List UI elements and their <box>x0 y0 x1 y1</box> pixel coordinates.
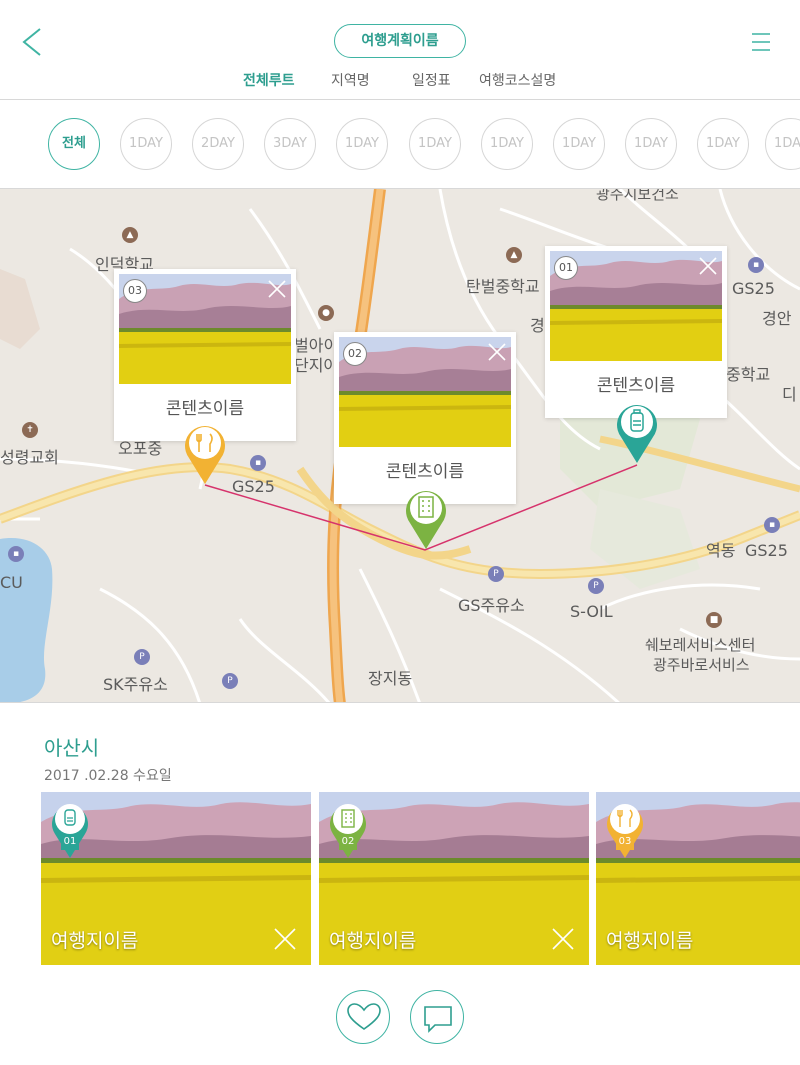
map-label: CU <box>0 573 23 592</box>
gas-station-icon: P <box>488 566 504 582</box>
accommodation-pin-icon <box>52 804 88 858</box>
map-label: SK주유소 <box>103 675 168 694</box>
plan-title-button[interactable]: 여행계획이름 <box>334 24 466 58</box>
church-icon: ✝ <box>22 422 38 438</box>
store-icon: ▪ <box>748 257 764 273</box>
map-popup-03[interactable]: 03 콘텐츠이름 <box>114 269 296 441</box>
tab-course-description[interactable]: 여행코스설명 <box>479 70 556 90</box>
day-filter-chip[interactable]: 1DAY <box>336 118 388 170</box>
restaurant-pin-icon <box>607 804 643 858</box>
close-icon <box>488 343 506 361</box>
destination-name: 여행지이름 <box>51 930 139 952</box>
trip-date: 2017 .02.28 수요일 <box>44 768 172 784</box>
map-popup-01[interactable]: 01 콘텐츠이름 <box>545 246 727 418</box>
map-label: S-OIL <box>570 602 613 621</box>
day-filter-chip[interactable]: 1DAY <box>697 118 749 170</box>
landmark-icon: ● <box>318 305 334 321</box>
day-filter-chip[interactable]: 2DAY <box>192 118 244 170</box>
top-header: 여행계획이름 전체루트 지역명 일정표 여행코스설명 <box>0 0 800 100</box>
close-icon <box>552 928 574 950</box>
store-icon: ▪ <box>764 517 780 533</box>
close-icon <box>274 928 296 950</box>
tab-all-route[interactable]: 전체루트 <box>243 70 295 90</box>
day-filter-all[interactable]: 전체 <box>48 118 100 170</box>
menu-icon <box>752 33 770 51</box>
popup-content-name: 콘텐츠이름 <box>385 462 465 482</box>
heart-icon <box>347 1003 381 1030</box>
destination-name: 여행지이름 <box>329 930 417 952</box>
day-filter-chip[interactable]: 3DAY <box>264 118 316 170</box>
back-icon <box>22 28 41 56</box>
destination-name: 여행지이름 <box>606 930 694 952</box>
accommodation-pin-icon[interactable] <box>615 401 659 465</box>
popup-content-name: 콘텐츠이름 <box>596 376 676 396</box>
back-button[interactable] <box>18 26 48 58</box>
popup-close-button[interactable] <box>697 255 719 277</box>
store-icon: ▪ <box>8 546 24 562</box>
route-map[interactable]: 광주시보건소 인덕학교 탄벌중학교 GS25 경안 벌아이 단지아 중학교 성령… <box>0 188 800 703</box>
school-icon: ▲ <box>122 227 138 243</box>
tab-schedule[interactable]: 일정표 <box>412 70 451 90</box>
map-label: 경안 <box>762 309 792 328</box>
map-label: GS25 <box>232 477 275 496</box>
map-label: 디 <box>782 385 797 404</box>
building-pin-icon <box>330 804 366 858</box>
store-icon: ▪ <box>250 455 266 471</box>
map-label: 성령교회 <box>0 448 59 467</box>
remove-destination-button[interactable] <box>551 927 575 951</box>
map-label: 탄벌중학교 <box>466 277 540 296</box>
map-label: GS25 <box>745 541 788 560</box>
tab-region[interactable]: 지역명 <box>331 70 370 90</box>
day-filter-chip[interactable]: 1DAY <box>625 118 677 170</box>
destination-card[interactable]: 01 여행지이름 <box>41 792 311 965</box>
map-label: 광주바로서비스 <box>653 656 750 674</box>
destination-card[interactable]: 02 여행지이름 <box>319 792 589 965</box>
map-label: 광주시보건소 <box>596 188 679 203</box>
close-icon <box>699 257 717 275</box>
map-label: 경 <box>530 316 545 335</box>
service-icon: ■ <box>706 612 722 628</box>
map-popup-02[interactable]: 02 콘텐츠이름 <box>334 332 516 504</box>
school-icon: ▲ <box>506 247 522 263</box>
popup-close-button[interactable] <box>266 278 288 300</box>
card-number: 01 <box>63 836 77 847</box>
map-label: 쉐보레서비스센터 <box>645 636 756 654</box>
popup-number: 01 <box>554 256 578 280</box>
map-label: 장지동 <box>368 669 413 688</box>
popup-number: 02 <box>343 342 367 366</box>
region-name: 아산시 <box>44 736 100 760</box>
restaurant-pin-icon[interactable] <box>183 422 227 486</box>
close-icon <box>268 280 286 298</box>
comment-icon <box>424 1006 452 1033</box>
popup-content-name: 콘텐츠이름 <box>165 399 245 419</box>
day-filter-chip[interactable]: 1DAY <box>481 118 533 170</box>
map-label: 역동 <box>706 541 736 560</box>
card-number: 03 <box>618 836 632 847</box>
card-number: 02 <box>341 836 355 847</box>
destination-card[interactable]: 03 여행지이름 <box>596 792 800 965</box>
day-filter-chip[interactable]: 1DAY <box>553 118 605 170</box>
map-label: GS25 <box>732 279 775 298</box>
day-filter-chip[interactable]: 1DAY <box>409 118 461 170</box>
building-pin-icon[interactable] <box>404 487 448 551</box>
gas-station-icon: P <box>588 578 604 594</box>
popup-number: 03 <box>123 279 147 303</box>
map-label: 중학교 <box>726 365 771 384</box>
remove-destination-button[interactable] <box>273 927 297 951</box>
day-filter-bar: 전체 1DAY 2DAY 3DAY 1DAY 1DAY 1DAY 1DAY 1D… <box>0 100 800 188</box>
comment-button[interactable] <box>410 990 464 1044</box>
popup-close-button[interactable] <box>486 341 508 363</box>
gas-station-icon: P <box>222 673 238 689</box>
gas-station-icon: P <box>134 649 150 665</box>
map-label: GS주유소 <box>458 596 525 615</box>
day-filter-chip[interactable]: 1DAY <box>765 118 800 170</box>
like-button[interactable] <box>336 990 390 1044</box>
menu-button[interactable] <box>748 30 774 54</box>
map-label: 단지아 <box>294 356 339 375</box>
day-filter-chip[interactable]: 1DAY <box>120 118 172 170</box>
